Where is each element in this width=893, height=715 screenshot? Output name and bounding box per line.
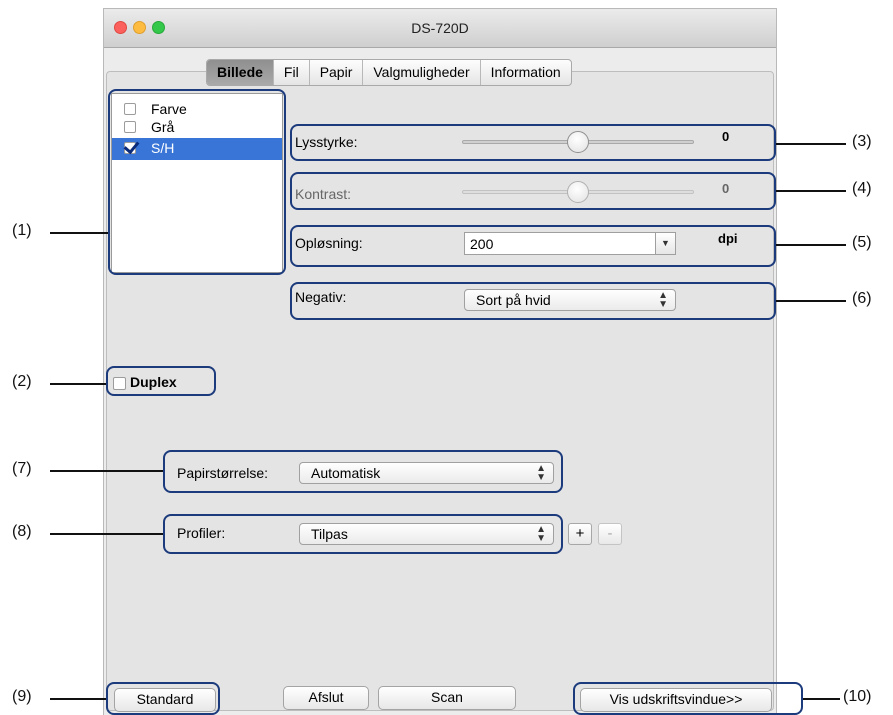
scan-button[interactable]: Scan <box>378 686 516 710</box>
leader-line-3 <box>776 143 846 145</box>
profiles-label: Profiler: <box>177 525 226 541</box>
callout-label-6: (6) <box>852 290 872 307</box>
leader-line-10 <box>803 698 840 700</box>
callout-label-3: (3) <box>852 133 872 150</box>
scanner-dialog-window: DS-720D Billede Fil Papir Valgmuligheder… <box>103 8 777 715</box>
remove-profile-button[interactable]: - <box>598 523 622 545</box>
leader-line-2 <box>50 383 106 385</box>
resolution-unit: dpi <box>718 231 738 246</box>
quit-button[interactable]: Afslut <box>283 686 369 710</box>
tab-papir[interactable]: Papir <box>308 60 363 85</box>
resolution-label: Opløsning: <box>295 235 363 251</box>
leader-line-8 <box>50 533 163 535</box>
tab-fil[interactable]: Fil <box>272 60 309 85</box>
paper-size-popup[interactable]: Automatisk ▲ ▼ <box>299 462 554 484</box>
profiles-popup[interactable]: Tilpas ▲ ▼ <box>299 523 554 545</box>
callout-label-8: (8) <box>12 523 32 540</box>
list-item-label: Farve <box>151 101 187 117</box>
contrast-value: 0 <box>722 181 730 196</box>
brightness-label: Lysstyrke: <box>295 134 358 150</box>
leader-line-7 <box>50 470 163 472</box>
standard-button[interactable]: Standard <box>114 688 216 712</box>
updown-arrows-icon: ▲ ▼ <box>536 524 546 544</box>
negative-popup[interactable]: Sort på hvid ▲ ▼ <box>464 289 676 311</box>
leader-line-6 <box>776 300 846 302</box>
tab-valgmuligheder[interactable]: Valgmuligheder <box>362 60 479 85</box>
negative-popup-value: Sort på hvid <box>476 292 551 308</box>
duplex-checkbox[interactable] <box>113 377 126 390</box>
contrast-slider-knob[interactable] <box>567 181 589 203</box>
callout-label-10: (10) <box>843 688 872 705</box>
gra-checkbox[interactable] <box>124 121 136 133</box>
brightness-slider-knob[interactable] <box>567 131 589 153</box>
leader-line-4 <box>776 190 846 192</box>
profiles-popup-value: Tilpas <box>311 526 348 542</box>
contrast-label: Kontrast: <box>295 186 352 202</box>
add-profile-button[interactable]: + <box>568 523 592 545</box>
list-item-label: S/H <box>151 140 175 156</box>
leader-line-5 <box>776 244 846 246</box>
negative-label: Negativ: <box>295 289 347 305</box>
list-item-sh[interactable]: S/H <box>112 138 282 160</box>
updown-arrows-icon: ▲ ▼ <box>658 290 668 310</box>
preview-button[interactable]: Vis udskriftsvindue>> <box>580 688 772 712</box>
resolution-dropdown-button[interactable]: ▼ <box>656 232 676 255</box>
tab-bar: Billede Fil Papir Valgmuligheder Informa… <box>206 59 572 86</box>
title-bar: DS-720D <box>104 9 776 48</box>
list-item-gra[interactable]: Grå <box>112 117 282 139</box>
paper-size-popup-value: Automatisk <box>311 465 381 481</box>
callout-label-2: (2) <box>12 373 32 390</box>
tab-information[interactable]: Information <box>479 60 571 85</box>
paper-size-label: Papirstørrelse: <box>177 465 269 481</box>
tab-billede[interactable]: Billede <box>207 60 273 85</box>
sh-checkbox[interactable] <box>124 142 136 154</box>
callout-label-9: (9) <box>12 688 32 705</box>
duplex-label: Duplex <box>130 374 177 390</box>
callout-label-4: (4) <box>852 180 872 197</box>
leader-line-1 <box>50 232 108 234</box>
leader-line-9 <box>50 698 106 700</box>
resolution-combo-field[interactable]: 200 <box>464 232 656 255</box>
color-mode-list[interactable]: Farve Grå S/H <box>111 93 283 273</box>
chevron-down-icon: ▼ <box>661 238 670 248</box>
farve-checkbox[interactable] <box>124 103 136 115</box>
callout-label-5: (5) <box>852 234 872 251</box>
brightness-value: 0 <box>722 129 730 144</box>
window-title: DS-720D <box>411 20 469 36</box>
callout-label-7: (7) <box>12 460 32 477</box>
list-item-label: Grå <box>151 119 175 135</box>
updown-arrows-icon: ▲ ▼ <box>536 463 546 483</box>
callout-label-1: (1) <box>12 222 32 239</box>
